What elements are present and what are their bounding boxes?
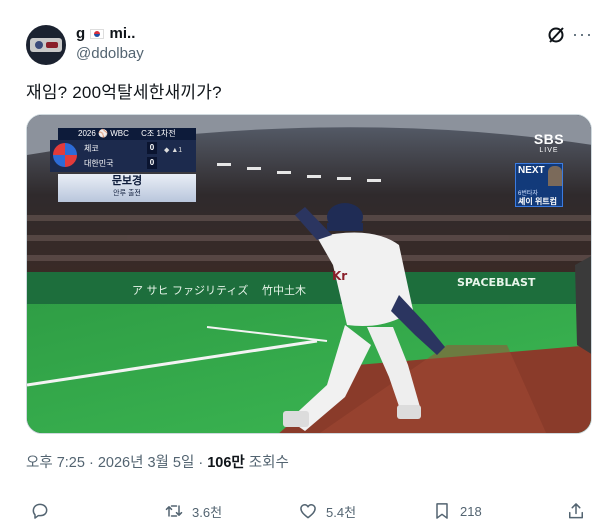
next-batter-photo (548, 166, 562, 186)
grok-icon[interactable] (546, 25, 566, 45)
avatar[interactable] (26, 25, 66, 65)
team-score: 0 (147, 142, 157, 154)
user-handle[interactable]: @ddolbay (76, 45, 144, 62)
bookmark-icon (436, 503, 448, 519)
view-count: 106만 (207, 455, 245, 471)
scoreboard: 2026 ⚾ WBC C조 1차전 체코 0 대한민국 0 ◆ ▲1 문보경 안… (50, 128, 196, 202)
more-options-icon[interactable]: ··· (572, 24, 592, 44)
like-count: 5.4천 (326, 504, 357, 520)
broadcaster-logo: SBS LIVE (529, 131, 569, 154)
inning-number: 1 (178, 147, 183, 154)
bookmark-button[interactable]: 218 (432, 500, 482, 522)
action-bar: 3.6천 5.4천 218 (26, 498, 592, 524)
display-name-suffix: mi.. (109, 25, 136, 42)
ad-banner-3: SPACEBLAST (457, 276, 536, 289)
view-count-label: 조회수 (248, 455, 289, 471)
ad-banner-1: ア サヒ ファジリティズ (132, 283, 248, 297)
team-name: 체코 (84, 144, 99, 153)
group-label: C조 1차전 (141, 129, 176, 138)
next-label: NEXT (518, 165, 545, 176)
next-player-name: 셰이 위트컴 (518, 197, 558, 206)
broadcaster-name: SBS (533, 131, 565, 147)
scoreboard-header: 2026 ⚾ WBC C조 1차전 (58, 128, 196, 140)
player-name: 문보경 (111, 175, 143, 187)
next-batter-card: NEXT 6번타자 셰이 위트컴 (515, 163, 563, 207)
ad-banner-2: 竹中土木 (262, 283, 306, 297)
retweet-button[interactable]: 3.6천 (164, 500, 222, 522)
like-button[interactable]: 5.4천 (298, 500, 356, 522)
share-button[interactable] (566, 500, 594, 522)
bookmark-count: 218 (460, 503, 482, 519)
display-name[interactable]: g mi.. (76, 25, 135, 42)
svg-text:Kr: Kr (332, 269, 347, 283)
share-icon (569, 503, 583, 519)
tweet-date[interactable]: 2026년 3월 5일 (98, 455, 194, 471)
display-name-prefix: g (76, 25, 86, 42)
tweet-time[interactable]: 오후 7:25 (26, 455, 85, 471)
reply-button[interactable] (30, 500, 58, 522)
tweet-meta: 오후 7:25 · 2026년 3월 5일 · 106만 조회수 (26, 455, 289, 471)
player-caption: 문보경 안루 출전 (58, 174, 196, 202)
retweet-icon (165, 505, 183, 517)
retweet-count: 3.6천 (192, 504, 223, 520)
team-name: 대한민국 (84, 159, 114, 168)
broadcaster-live: LIVE (539, 147, 559, 154)
player-role: 안루 출전 (113, 190, 141, 197)
tweet-media-video[interactable]: ア サヒ ファジリティズ 竹中土木 SPACEBLAST Kr 2026 ⚾ W… (26, 114, 592, 434)
heart-icon (300, 504, 316, 519)
korea-flag-icon (90, 29, 105, 39)
wbc-logo-icon (53, 143, 77, 167)
team-score: 0 (147, 157, 157, 169)
tweet-text: 재임? 200억탈세한새끼가? (26, 83, 222, 102)
tournament-label: 2026 ⚾ WBC (78, 129, 129, 138)
reply-icon (32, 503, 48, 519)
inning-indicator: ◆ ▲1 (164, 147, 183, 154)
tweet: g mi.. @ddolbay ··· 재임? 200억탈세한새끼가? ア サヒ… (0, 0, 606, 531)
